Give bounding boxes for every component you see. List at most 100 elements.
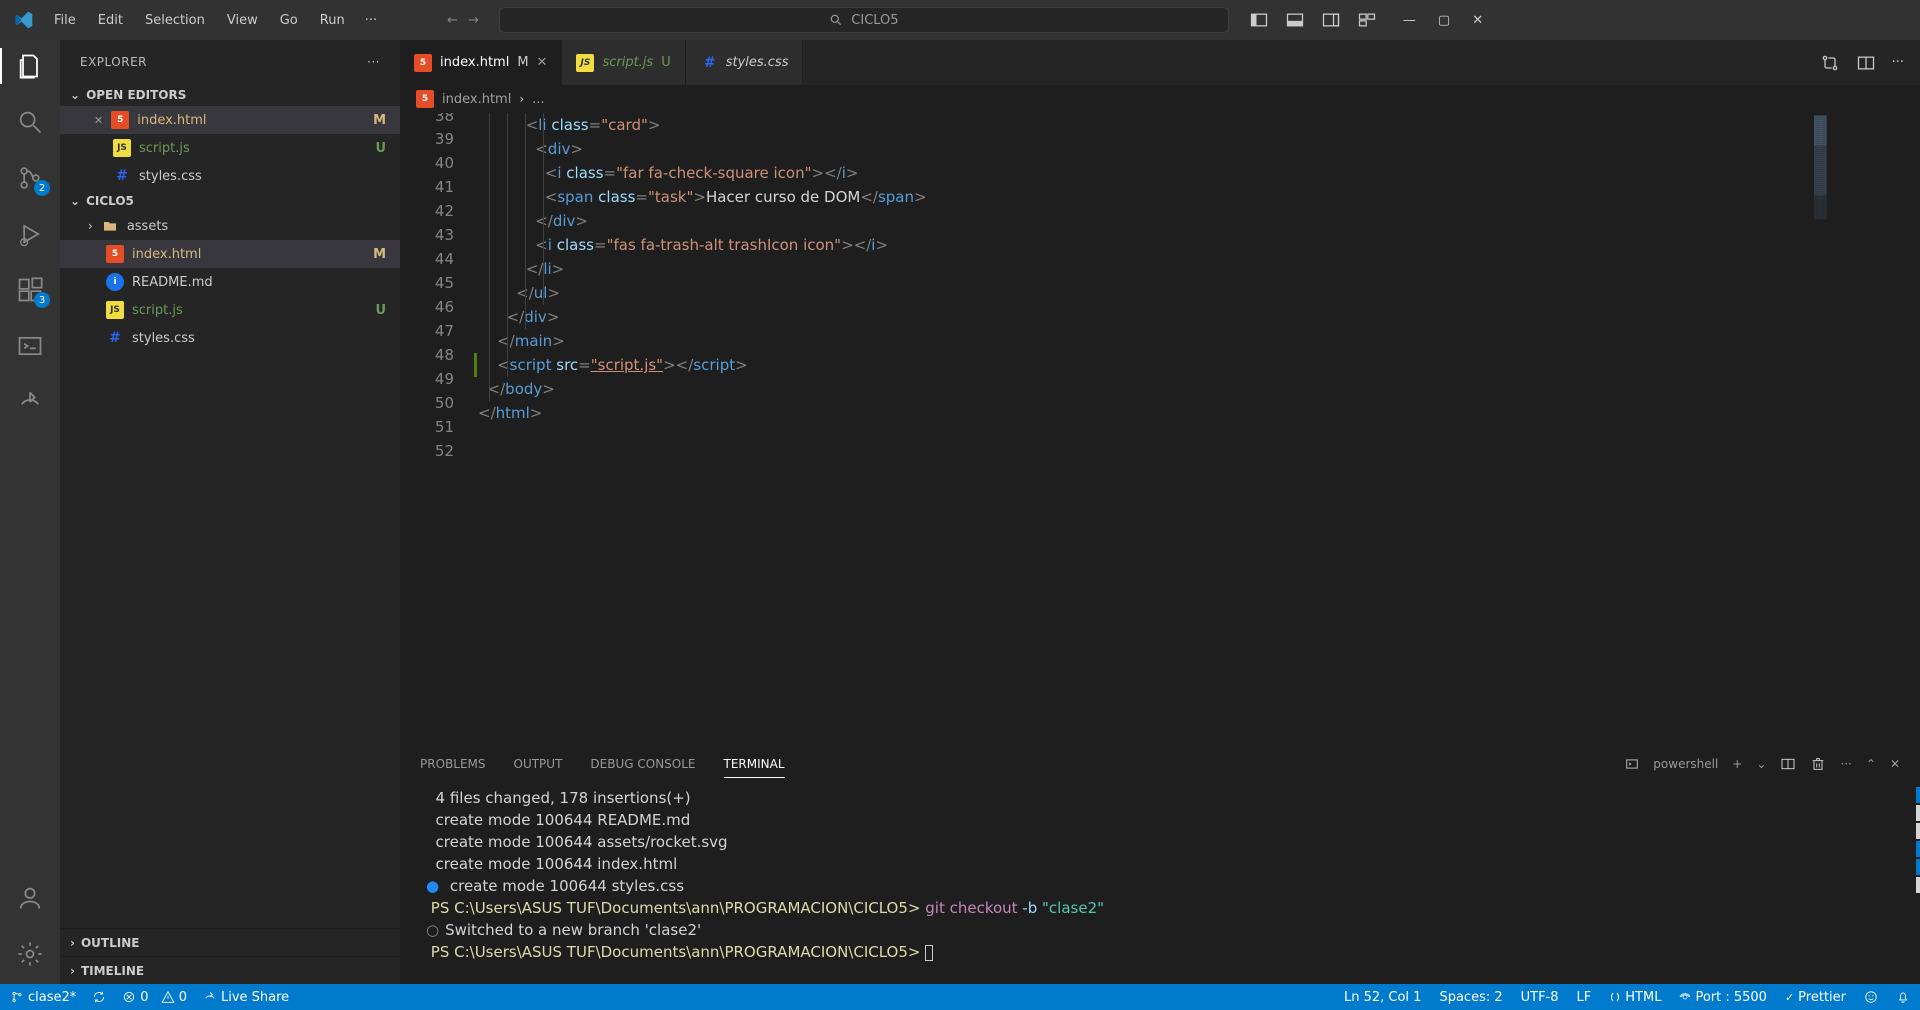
terminal-profile-icon[interactable]: [1625, 757, 1639, 771]
layout-panel-bottom-icon[interactable]: [1285, 10, 1305, 30]
status-live-share[interactable]: Live Share: [203, 990, 289, 1005]
search-icon: [829, 13, 843, 27]
ext-badge: 3: [34, 292, 50, 308]
git-compare-icon[interactable]: [1820, 53, 1840, 73]
close-panel-icon[interactable]: ✕: [1890, 757, 1900, 771]
status-live-server[interactable]: Port : 5500: [1679, 990, 1767, 1005]
menu-run[interactable]: Run: [310, 7, 355, 34]
menu-edit[interactable]: Edit: [88, 7, 133, 34]
minimap[interactable]: ████████████████████████████████████████…: [1810, 113, 1920, 744]
activity-bar: 2 3: [0, 40, 60, 984]
open-editor-item[interactable]: styles.css: [60, 162, 400, 190]
tab-label: script.js: [602, 55, 653, 70]
accounts-icon[interactable]: [14, 882, 46, 914]
panel-more-icon[interactable]: ···: [1840, 757, 1851, 771]
layout-sidebar-right-icon[interactable]: [1321, 10, 1341, 30]
panel-tab-terminal[interactable]: TERMINAL: [724, 751, 785, 778]
editor-tab[interactable]: styles.css: [686, 40, 804, 85]
file-label: index.html: [137, 113, 206, 128]
status-encoding[interactable]: UTF-8: [1521, 990, 1559, 1005]
source-control-icon[interactable]: 2: [14, 162, 46, 194]
terminal-kind[interactable]: powershell: [1653, 757, 1718, 771]
run-debug-icon[interactable]: [14, 218, 46, 250]
status-branch[interactable]: clase2*: [10, 990, 76, 1005]
menu-selection[interactable]: Selection: [135, 7, 215, 34]
file-label: script.js: [132, 303, 183, 318]
settings-gear-icon[interactable]: [14, 938, 46, 970]
close-icon[interactable]: ✕: [537, 55, 548, 70]
open-editor-item[interactable]: ✕5index.htmlM: [60, 106, 400, 134]
file-tree-item[interactable]: iREADME.md: [60, 268, 400, 296]
open-editors-header[interactable]: ⌄ OPEN EDITORS: [60, 84, 400, 106]
layout-customize-icon[interactable]: [1357, 10, 1377, 30]
new-terminal-icon[interactable]: +: [1732, 757, 1742, 771]
menu-view[interactable]: View: [217, 7, 268, 34]
outline-section[interactable]: ›OUTLINE: [60, 928, 400, 956]
menu-file[interactable]: File: [44, 7, 86, 34]
explorer-more-icon[interactable]: ···: [367, 55, 380, 69]
chevron-right-icon: ›: [88, 219, 93, 233]
folder-header[interactable]: ⌄ CICLO5: [60, 190, 400, 212]
terminal-overview-ruler: [1916, 783, 1920, 984]
terminal-dropdown-icon[interactable]: ⌄: [1756, 757, 1766, 771]
status-language[interactable]: HTML: [1609, 990, 1661, 1005]
panel-tab-problems[interactable]: PROBLEMS: [420, 751, 486, 777]
explorer-view-icon[interactable]: [14, 50, 46, 82]
menu-go[interactable]: Go: [270, 7, 308, 34]
bottom-panel: PROBLEMS OUTPUT DEBUG CONSOLE TERMINAL powe…: [400, 744, 1920, 984]
nav-forward-icon[interactable]: →: [468, 13, 479, 28]
open-editor-item[interactable]: JSscript.jsU: [60, 134, 400, 162]
window-maximize-icon[interactable]: ▢: [1438, 13, 1450, 28]
status-problems[interactable]: 0 0: [122, 990, 187, 1005]
chevron-down-icon: ⌄: [70, 194, 80, 208]
editor-tab[interactable]: JSscript.jsU: [562, 40, 685, 85]
js-file-icon: JS: [576, 54, 594, 72]
window-minimize-icon[interactable]: —: [1403, 13, 1416, 28]
breadcrumb[interactable]: 5 index.html › ...: [400, 85, 1920, 113]
code-editor[interactable]: 383940414243444546474849505152 <ul class…: [400, 113, 1920, 744]
status-eol[interactable]: LF: [1577, 990, 1592, 1005]
file-label: README.md: [132, 275, 213, 290]
js-file-icon: JS: [113, 139, 131, 157]
git-status: U: [375, 303, 386, 318]
panel-tab-debug-console[interactable]: DEBUG CONSOLE: [590, 751, 695, 777]
timeline-section[interactable]: ›TIMELINE: [60, 956, 400, 984]
chevron-right-icon: ›: [70, 964, 75, 978]
file-tree-item[interactable]: styles.css: [60, 324, 400, 352]
status-cursor-pos[interactable]: Ln 52, Col 1: [1344, 990, 1421, 1005]
terminal-content[interactable]: 4 files changed, 178 insertions(+) creat…: [400, 783, 1920, 984]
layout-sidebar-left-icon[interactable]: [1249, 10, 1269, 30]
tab-label: index.html: [440, 55, 509, 70]
status-feedback-icon[interactable]: [1864, 990, 1878, 1005]
live-share-icon[interactable]: [14, 386, 46, 418]
chevron-right-icon: ›: [519, 92, 524, 106]
file-tree-item[interactable]: ›assets: [60, 212, 400, 240]
panel-tab-output[interactable]: OUTPUT: [514, 751, 563, 777]
nav-back-icon[interactable]: ←: [447, 13, 458, 28]
editor-tab[interactable]: 5index.htmlM✕: [400, 40, 562, 85]
menu-overflow-icon[interactable]: ···: [355, 7, 387, 34]
editor-more-icon[interactable]: ···: [1892, 55, 1904, 70]
terminal-shortcut-icon[interactable]: [14, 330, 46, 362]
file-tree-item[interactable]: JSscript.jsU: [60, 296, 400, 324]
file-tree-item[interactable]: 5index.htmlM: [60, 240, 400, 268]
folder-file-icon: [101, 217, 119, 235]
split-terminal-icon[interactable]: [1780, 756, 1796, 772]
command-center-search[interactable]: CICLO5: [499, 7, 1229, 33]
kill-terminal-icon[interactable]: [1810, 756, 1826, 772]
maximize-panel-icon[interactable]: ⌃: [1866, 757, 1876, 771]
search-view-icon[interactable]: [14, 106, 46, 138]
status-indent[interactable]: Spaces: 2: [1439, 990, 1502, 1005]
status-prettier[interactable]: ✓Prettier: [1785, 990, 1846, 1005]
window-close-icon[interactable]: ✕: [1472, 13, 1483, 28]
scm-badge: 2: [34, 180, 50, 196]
status-bar: clase2* 0 0 Live Share Ln 52, Col 1 Spac…: [0, 984, 1920, 1010]
status-sync-icon[interactable]: [92, 990, 106, 1004]
close-icon[interactable]: ✕: [94, 114, 103, 127]
status-bell-icon[interactable]: [1896, 990, 1910, 1005]
html-file-icon: 5: [414, 54, 432, 72]
split-editor-icon[interactable]: [1856, 53, 1876, 73]
css-file-icon: [113, 167, 131, 185]
html-file-icon: 5: [106, 245, 124, 263]
extensions-icon[interactable]: 3: [14, 274, 46, 306]
